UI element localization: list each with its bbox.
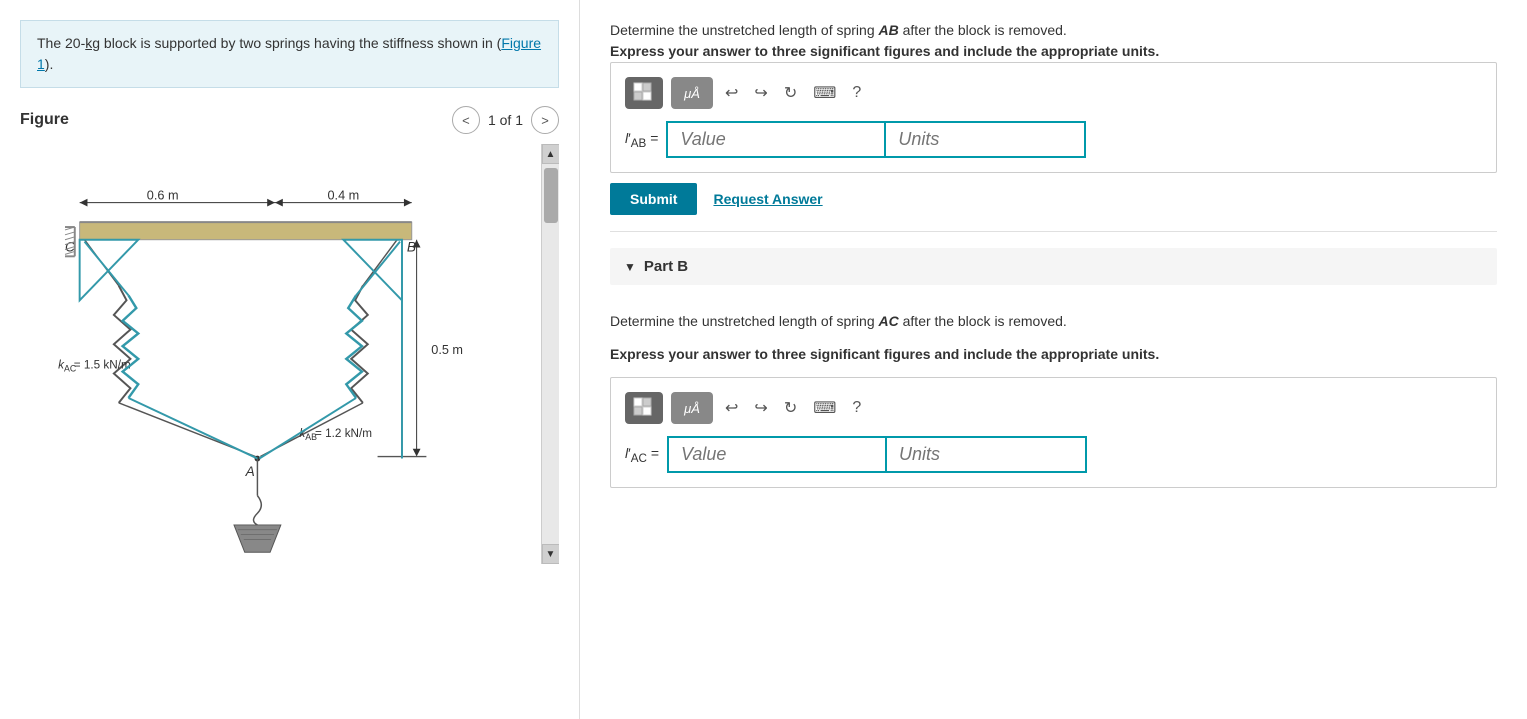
undo-btn-a[interactable]: ↩ — [721, 81, 742, 105]
figure-wrapper: 0.6 m 0.4 m C B — [20, 144, 559, 564]
part-b-input-label: l′AC = — [625, 445, 659, 465]
spring-ab — [260, 240, 397, 457]
keyboard-btn-b[interactable]: ⌨ — [809, 396, 840, 420]
figure-svg: 0.6 m 0.4 m C B — [20, 144, 530, 564]
part-b-toolbar: μÅ ↩ ↪ ↻ ⌨ ? — [625, 392, 1482, 424]
figure-nav: < 1 of 1 > — [452, 106, 559, 134]
part-b-answer-box: μÅ ↩ ↪ ↻ ⌨ ? l′AC = — [610, 377, 1497, 488]
part-a-section: Determine the unstretched length of spri… — [610, 20, 1497, 215]
part-b-value-input[interactable] — [667, 436, 887, 473]
scroll-track — [542, 164, 559, 544]
part-b-header[interactable]: ▼ Part B — [610, 248, 1497, 285]
part-b-label: Part B — [644, 258, 688, 275]
scroll-thumb[interactable] — [544, 168, 558, 223]
scroll-up-btn[interactable]: ▲ — [542, 144, 560, 164]
part-a-answer-box: μÅ ↩ ↪ ↻ ⌨ ? l′AB = — [610, 62, 1497, 173]
help-btn-b[interactable]: ? — [848, 397, 865, 419]
right-panel: Determine the unstretched length of spri… — [580, 0, 1527, 719]
scrollbar[interactable]: ▲ ▼ — [541, 144, 559, 564]
refresh-btn-a[interactable]: ↻ — [780, 81, 801, 105]
svg-text:0.5 m: 0.5 m — [431, 343, 463, 357]
problem-description: The 20-kg block is supported by two spri… — [20, 20, 559, 88]
part-a-instruction: Express your answer to three significant… — [610, 41, 1497, 62]
part-b-units-input[interactable] — [887, 436, 1087, 473]
spring-ab-teal — [259, 242, 400, 459]
keyboard-btn-a[interactable]: ⌨ — [809, 81, 840, 105]
part-a-toolbar: μÅ ↩ ↪ ↻ ⌨ ? — [625, 77, 1482, 109]
prev-figure-btn[interactable]: < — [452, 106, 480, 134]
part-a-input-row: l′AB = — [625, 121, 1482, 158]
part-a-input-label: l′AB = — [625, 130, 658, 150]
mu-btn-b[interactable]: μÅ — [671, 392, 713, 424]
mu-label-a: μÅ — [684, 86, 700, 101]
redo-btn-b[interactable]: ↪ — [750, 396, 771, 420]
part-b-arrow-icon: ▼ — [624, 260, 636, 274]
divider — [610, 231, 1497, 232]
matrix-icon-a — [633, 82, 655, 105]
part-a-units-input[interactable] — [886, 121, 1086, 158]
part-b-description: Determine the unstretched length of spri… — [610, 311, 1497, 332]
part-b-content: Determine the unstretched length of spri… — [610, 311, 1497, 488]
svg-text:= 1.5 kN/m: = 1.5 kN/m — [74, 359, 131, 372]
matrix-btn-b[interactable] — [625, 392, 663, 424]
part-b-instruction: Express your answer to three significant… — [610, 344, 1497, 365]
mu-label-b: μÅ — [684, 401, 700, 416]
figure-header: Figure < 1 of 1 > — [20, 106, 559, 134]
figure-label: Figure — [20, 111, 69, 129]
part-a-action-row: Submit Request Answer — [610, 183, 1497, 215]
description-text: The 20-kg block is supported by two spri… — [37, 35, 501, 51]
spring-ac-teal — [85, 242, 258, 459]
help-btn-a[interactable]: ? — [848, 82, 865, 104]
matrix-icon-b — [633, 397, 655, 420]
svg-text:= 1.2 kN/m: = 1.2 kN/m — [315, 427, 372, 440]
redo-btn-a[interactable]: ↪ — [750, 81, 771, 105]
scroll-down-btn[interactable]: ▼ — [542, 544, 560, 564]
svg-text:0.6 m: 0.6 m — [147, 189, 179, 203]
request-answer-link-a[interactable]: Request Answer — [713, 191, 822, 207]
page-indicator: 1 of 1 — [488, 112, 523, 128]
mu-btn-a[interactable]: μÅ — [671, 77, 713, 109]
left-panel: The 20-kg block is supported by two spri… — [0, 0, 580, 719]
part-a-description: Determine the unstretched length of spri… — [610, 20, 1497, 41]
part-b-input-row: l′AC = — [625, 436, 1482, 473]
undo-btn-b[interactable]: ↩ — [721, 396, 742, 420]
next-figure-btn[interactable]: > — [531, 106, 559, 134]
refresh-btn-b[interactable]: ↻ — [780, 396, 801, 420]
svg-text:0.4 m: 0.4 m — [328, 189, 360, 203]
matrix-btn-a[interactable] — [625, 77, 663, 109]
part-a-value-input[interactable] — [666, 121, 886, 158]
submit-btn-a[interactable]: Submit — [610, 183, 697, 215]
svg-text:A: A — [245, 464, 255, 479]
